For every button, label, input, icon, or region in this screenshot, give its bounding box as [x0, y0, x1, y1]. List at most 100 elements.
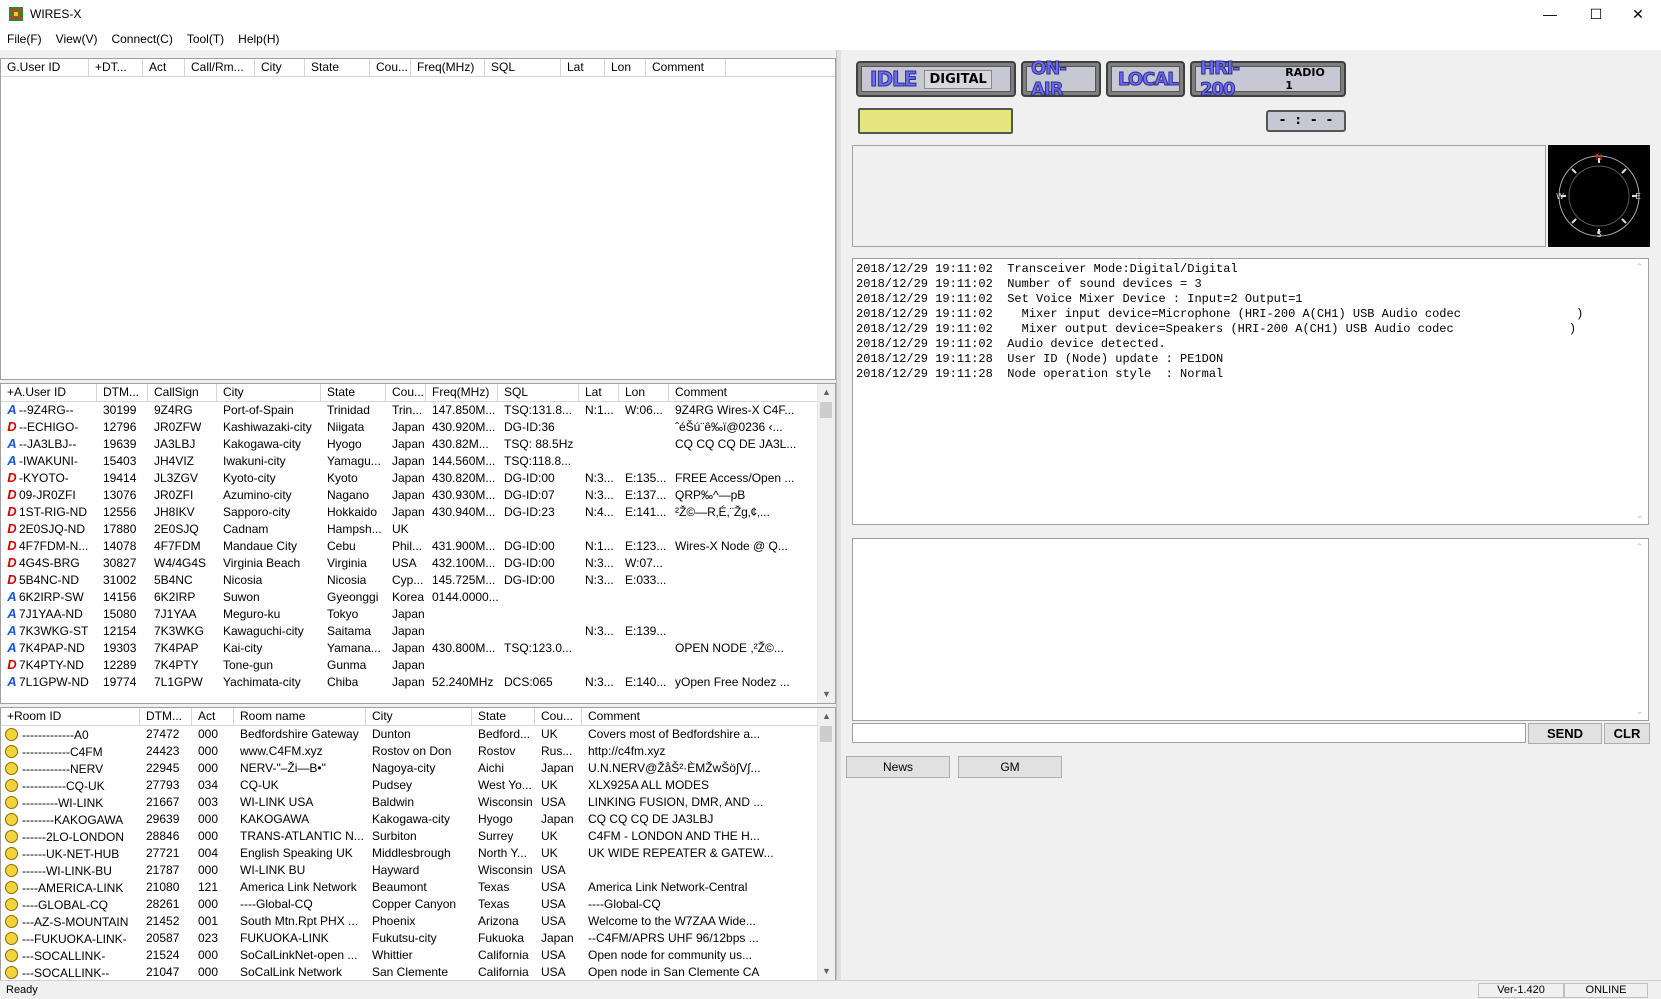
col-callsign[interactable]: CallSign [148, 384, 217, 401]
table-row[interactable]: -------------A0 27472 000 Bedfordshire Gate… [1, 726, 818, 743]
col-freq[interactable]: Freq(MHz) [411, 59, 485, 76]
scroll-down-icon[interactable]: ⌄ [1631, 507, 1648, 524]
table-row[interactable]: ---SOCALLINK-- 21047 000 SoCalLink Network S… [1, 964, 818, 980]
scroll-up-icon[interactable]: ▲ [818, 384, 835, 401]
scroll-up-icon[interactable]: ⌃ [1631, 259, 1648, 276]
table-row[interactable]: ---------WI-LINK 21667 003 WI-LINK USA Baldw… [1, 794, 818, 811]
table-row[interactable]: A --9Z4RG-- 30199 9Z4RG Port-of-Spain Trinida… [1, 402, 818, 419]
table-row[interactable]: A 7L1GPW-ND 19774 7L1GPW Yachimata-city Chiba… [1, 674, 818, 691]
col-state[interactable]: State [321, 384, 386, 401]
group-user-list[interactable]: G.User ID +DT... Act Call/Rm... City Sta… [0, 58, 836, 380]
panel-splitter[interactable] [836, 50, 841, 980]
table-row[interactable]: D 4F7FDM-N... 14078 4F7FDM Mandaue City Cebu P… [1, 538, 818, 555]
maximize-button[interactable]: ☐ [1573, 0, 1619, 28]
col-dtmf[interactable]: DTM... [97, 384, 148, 401]
menu-connect[interactable]: Connect(C) [104, 28, 179, 50]
menu-file[interactable]: File(F) [0, 28, 49, 50]
user-list-scrollbar[interactable]: ▲ ▼ [817, 384, 835, 703]
col-city[interactable]: City [255, 59, 305, 76]
col-country[interactable]: Cou... [370, 59, 411, 76]
table-row[interactable]: A 7K3WKG-ST 12154 7K3WKG Kawaguchi-city Saita… [1, 623, 818, 640]
log-panel[interactable]: 2018/12/29 19:11:02 Transceiver Mode:Dig… [852, 258, 1649, 525]
table-row[interactable]: A -IWAKUNI- 15403 JH4VIZ Iwakuni-city Yamagu.… [1, 453, 818, 470]
hri-200-indicator[interactable]: HRI-200 RADIO 1 [1190, 58, 1346, 101]
scroll-down-icon[interactable]: ▼ [818, 963, 835, 980]
room-list-scrollbar[interactable]: ▲ ▼ [817, 708, 835, 980]
col-comment[interactable]: Comment [582, 708, 818, 725]
menu-tool[interactable]: Tool(T) [180, 28, 231, 50]
table-row[interactable]: A --JA3LBJ-- 19639 JA3LBJ Kakogawa-city Hyogo… [1, 436, 818, 453]
table-row[interactable]: A 7K4PAP-ND 19303 7K4PAP Kai-city Yamana... Ja… [1, 640, 818, 657]
scroll-down-icon[interactable]: ▼ [818, 686, 835, 703]
table-row[interactable]: ---FUKUOKA-LINK- 20587 023 FUKUOKA-LINK Fuku… [1, 930, 818, 947]
col-state[interactable]: State [472, 708, 535, 725]
col-dtmf[interactable]: DTM... [140, 708, 192, 725]
col-room-id[interactable]: +Room ID [1, 708, 140, 725]
user-list[interactable]: +A.User ID DTM... CallSign City State Co… [0, 383, 836, 704]
log-scrollbar[interactable]: ⌃ ⌄ [1631, 259, 1648, 524]
col-lat[interactable]: Lat [579, 384, 619, 401]
col-country[interactable]: Cou... [386, 384, 426, 401]
menu-view[interactable]: View(V) [49, 28, 105, 50]
col-lat[interactable]: Lat [561, 59, 605, 76]
table-row[interactable]: ----GLOBAL-CQ 28261 000 ----Global-CQ Copper… [1, 896, 818, 913]
local-indicator[interactable]: LOCAL [1106, 61, 1185, 97]
col-a-user-id[interactable]: +A.User ID [1, 384, 97, 401]
scroll-up-icon[interactable]: ⌃ [1631, 539, 1648, 556]
on-air-indicator[interactable]: ON-AIR [1021, 58, 1101, 101]
news-button[interactable]: News [846, 756, 950, 778]
col-lon[interactable]: Lon [619, 384, 669, 401]
table-row[interactable]: A 6K2IRP-SW 14156 6K2IRP Suwon Gyeonggi Korea 0… [1, 589, 818, 606]
table-row[interactable]: ------------NERV 22945 000 NERV-"–Ži—B•" Nag… [1, 760, 818, 777]
message-scrollbar[interactable]: ⌃ ⌄ [1631, 539, 1648, 720]
table-row[interactable]: D 7K4PTY-ND 12289 7K4PTY Tone-gun Gunma Japan [1, 657, 818, 674]
table-row[interactable]: D -KYOTO- 19414 JL3ZGV Kyoto-city Kyoto Japan 4… [1, 470, 818, 487]
col-room-name[interactable]: Room name [234, 708, 366, 725]
col-sql[interactable]: SQL [498, 384, 579, 401]
menu-help[interactable]: Help(H) [231, 28, 286, 50]
table-row[interactable]: D 2E0SJQ-ND 17880 2E0SJQ Cadnam Hampsh... UK [1, 521, 818, 538]
scroll-down-icon[interactable]: ⌄ [1631, 703, 1648, 720]
col-sql[interactable]: SQL [485, 59, 561, 76]
table-row[interactable]: ---AZ-S-MOUNTAIN 21452 001 South Mtn.Rpt PH… [1, 913, 818, 930]
col-state[interactable]: State [305, 59, 370, 76]
table-row[interactable]: D 4G4S-BRG 30827 W4/4G4S Virginia Beach Virgi… [1, 555, 818, 572]
col-country[interactable]: Cou... [535, 708, 582, 725]
table-row[interactable]: --------KAKOGAWA 29639 000 KAKOGAWA Kakogawa… [1, 811, 818, 828]
col-freq[interactable]: Freq(MHz) [426, 384, 498, 401]
col-act[interactable]: Act [192, 708, 234, 725]
scroll-thumb[interactable] [820, 402, 832, 418]
col-comment[interactable]: Comment [646, 59, 726, 76]
scroll-thumb[interactable] [820, 726, 832, 742]
close-button[interactable]: ✕ [1615, 0, 1661, 28]
table-row[interactable]: ----AMERICA-LINK 21080 121 America Link Net… [1, 879, 818, 896]
table-row[interactable]: ------2LO-LONDON 28846 000 TRANS-ATLANTIC N… [1, 828, 818, 845]
col-dtmf[interactable]: +DT... [89, 59, 143, 76]
table-row[interactable]: ---SOCALLINK- 21524 000 SoCalLinkNet-open .… [1, 947, 818, 964]
message-panel[interactable]: ⌃ ⌄ [852, 538, 1649, 721]
table-row[interactable]: D 1ST-RIG-ND 12556 JH8IKV Sapporo-city Hokkai… [1, 504, 818, 521]
col-city[interactable]: City [217, 384, 321, 401]
chat-input[interactable] [852, 723, 1526, 743]
table-row[interactable]: ------UK-NET-HUB 27721 004 English Speaking… [1, 845, 818, 862]
minimize-button[interactable]: — [1527, 0, 1573, 28]
col-comment[interactable]: Comment [669, 384, 818, 401]
col-city[interactable]: City [366, 708, 472, 725]
col-g-user-id[interactable]: G.User ID [1, 59, 89, 76]
table-row[interactable]: D --ECHIGO- 12796 JR0ZFW Kashiwazaki-city Nii… [1, 419, 818, 436]
col-lon[interactable]: Lon [605, 59, 646, 76]
idle-digital-indicator[interactable]: IDLE DIGITAL [856, 61, 1016, 97]
table-row[interactable]: ------WI-LINK-BU 21787 000 WI-LINK BU Haywar… [1, 862, 818, 879]
room-list[interactable]: +Room ID DTM... Act Room name City State… [0, 707, 836, 981]
table-row[interactable]: D 09-JR0ZFI 13076 JR0ZFI Azumino-city Nagano J… [1, 487, 818, 504]
send-button[interactable]: SEND [1528, 723, 1602, 744]
gm-button[interactable]: GM [958, 756, 1062, 778]
table-row[interactable]: -----------CQ-UK 27793 034 CQ-UK Pudsey West … [1, 777, 818, 794]
clr-button[interactable]: CLR [1604, 723, 1650, 744]
col-call-room[interactable]: Call/Rm... [185, 59, 255, 76]
scroll-up-icon[interactable]: ▲ [818, 708, 835, 725]
table-row[interactable]: A 7J1YAA-ND 15080 7J1YAA Meguro-ku Tokyo Japan [1, 606, 818, 623]
col-act[interactable]: Act [143, 59, 185, 76]
table-row[interactable]: D 5B4NC-ND 31002 5B4NC Nicosia Nicosia Cyp... 1… [1, 572, 818, 589]
table-row[interactable]: ------------C4FM 24423 000 www.C4FM.xyz Rost… [1, 743, 818, 760]
